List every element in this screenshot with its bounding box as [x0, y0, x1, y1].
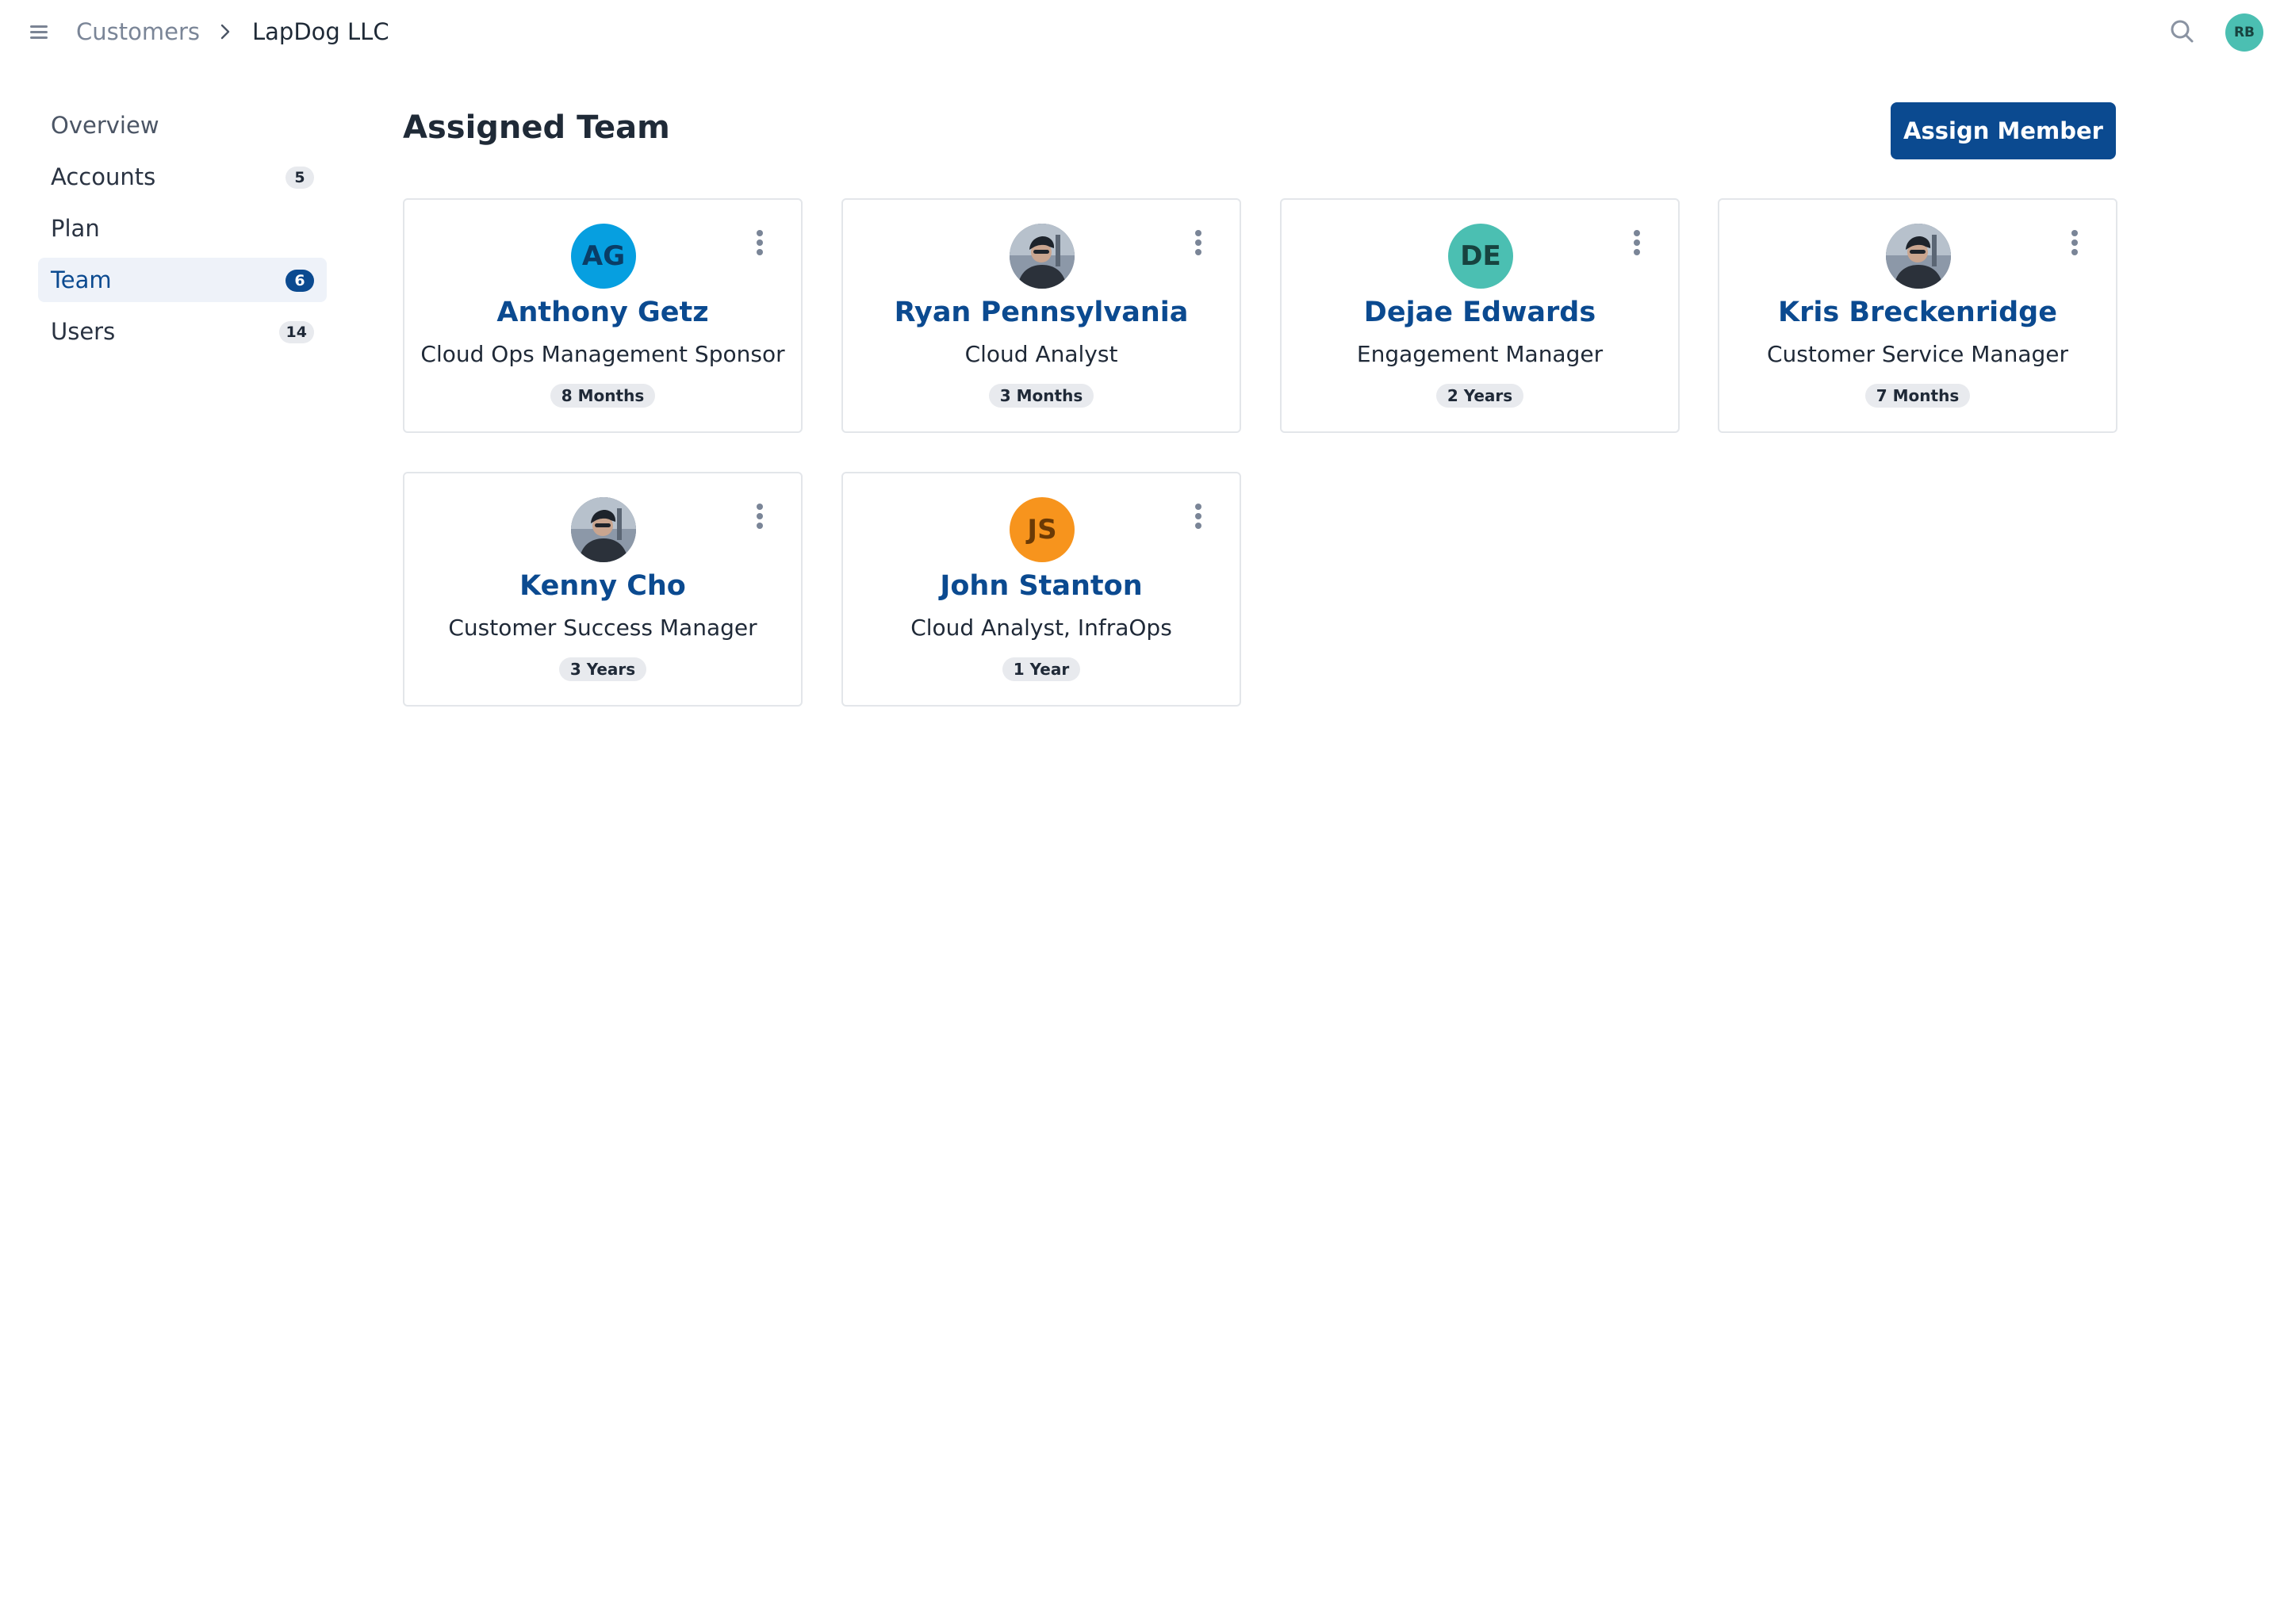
breadcrumb-customers-link[interactable]: Customers	[76, 18, 200, 45]
member-name[interactable]: Anthony Getz	[404, 297, 801, 328]
sidebar-item-label: Plan	[51, 215, 100, 242]
person-photo-icon	[1886, 224, 1951, 289]
member-role: Cloud Ops Management Sponsor	[420, 341, 785, 367]
member-name[interactable]: Kenny Cho	[404, 570, 801, 602]
tenure-badge: 3 Months	[988, 384, 1094, 408]
breadcrumb: Customers LapDog LLC	[76, 16, 389, 48]
user-avatar[interactable]: RB	[2225, 13, 2263, 52]
top-bar: Customers LapDog LLC RB	[0, 0, 2284, 63]
member-role: Engagement Manager	[1356, 341, 1604, 367]
more-options-icon[interactable]	[2065, 227, 2084, 259]
sidebar-item-overview[interactable]: Overview	[38, 103, 327, 147]
avatar: JS	[1010, 497, 1075, 562]
tenure-badge: 1 Year	[1002, 657, 1081, 681]
sidebar-item-label: Overview	[51, 112, 159, 139]
more-options-icon[interactable]	[1189, 227, 1208, 259]
avatar-photo	[571, 497, 636, 562]
person-photo-icon	[571, 497, 636, 562]
member-name[interactable]: Dejae Edwards	[1282, 297, 1678, 328]
member-card[interactable]: JS John Stanton Cloud Analyst, InfraOps …	[841, 472, 1241, 707]
chevron-right-icon	[220, 24, 230, 40]
member-name[interactable]: Ryan Pennsylvania	[843, 297, 1240, 328]
sidebar-item-plan[interactable]: Plan	[38, 206, 327, 251]
more-options-icon[interactable]	[750, 500, 769, 532]
member-role: Customer Success Manager	[448, 615, 757, 641]
member-role: Cloud Analyst	[964, 341, 1118, 367]
avatar-photo	[1010, 224, 1075, 289]
more-options-icon[interactable]	[1189, 500, 1208, 532]
menu-icon[interactable]	[27, 22, 51, 41]
member-card[interactable]: AG Anthony Getz Cloud Ops Management Spo…	[403, 198, 803, 433]
tenure-badge: 3 Years	[558, 657, 647, 681]
member-card[interactable]: Kenny Cho Customer Success Manager 3 Yea…	[403, 472, 803, 707]
avatar: DE	[1448, 224, 1513, 289]
tenure-badge: 7 Months	[1864, 384, 1971, 408]
member-name[interactable]: John Stanton	[843, 570, 1240, 602]
count-badge: 5	[286, 167, 314, 189]
member-role: Cloud Analyst, InfraOps	[910, 615, 1172, 641]
member-role: Customer Service Manager	[1766, 341, 2069, 367]
sidebar-item-label: Accounts	[51, 163, 156, 190]
page-title: Assigned Team	[403, 109, 670, 146]
tenure-badge: 2 Years	[1435, 384, 1524, 408]
count-badge: 6	[286, 270, 314, 292]
member-card[interactable]: Kris Breckenridge Customer Service Manag…	[1718, 198, 2117, 433]
avatar-photo	[1886, 224, 1951, 289]
count-badge: 14	[278, 321, 314, 343]
avatar: AG	[571, 224, 636, 289]
member-name[interactable]: Kris Breckenridge	[1719, 297, 2116, 328]
more-options-icon[interactable]	[1627, 227, 1646, 259]
sidebar-item-users[interactable]: Users 14	[38, 309, 327, 354]
tenure-badge: 8 Months	[550, 384, 656, 408]
sidebar-item-team[interactable]: Team 6	[38, 258, 327, 302]
sidebar: Overview Accounts 5 Plan Team 6 Users 14	[38, 103, 327, 361]
member-card[interactable]: Ryan Pennsylvania Cloud Analyst 3 Months	[841, 198, 1241, 433]
more-options-icon[interactable]	[750, 227, 769, 259]
search-button[interactable]	[2167, 16, 2198, 48]
sidebar-item-label: Users	[51, 318, 116, 345]
person-photo-icon	[1010, 224, 1075, 289]
breadcrumb-current: LapDog LLC	[251, 18, 389, 45]
member-card[interactable]: DE Dejae Edwards Engagement Manager 2 Ye…	[1280, 198, 1680, 433]
sidebar-item-label: Team	[51, 266, 112, 293]
assign-member-button[interactable]: Assign Member	[1891, 102, 2116, 159]
sidebar-item-accounts[interactable]: Accounts 5	[38, 155, 327, 199]
search-icon	[2171, 20, 2194, 43]
